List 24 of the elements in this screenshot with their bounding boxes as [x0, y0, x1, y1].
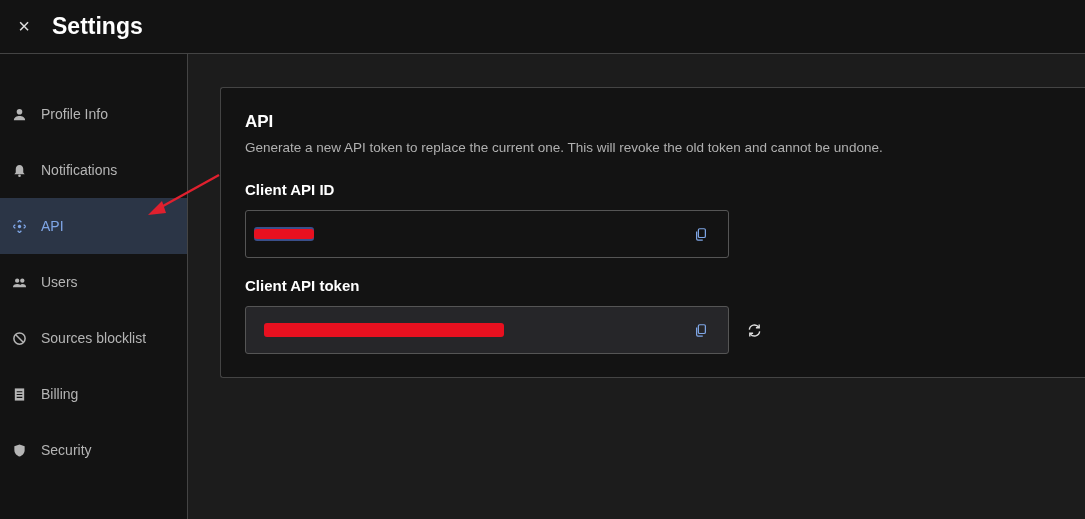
block-icon [12, 330, 27, 346]
field-label: Client API ID [245, 181, 336, 198]
input-field[interactable] [245, 306, 729, 354]
person-icon [12, 106, 27, 122]
sidebar-item[interactable]: Notifications [0, 142, 187, 198]
shield-icon [12, 442, 27, 458]
page-title: Settings [52, 13, 143, 40]
sidebar-item[interactable]: Profile Info [0, 86, 187, 142]
sidebar-item[interactable]: Security [0, 422, 187, 478]
field-label: Client API token [245, 277, 361, 294]
sidebar-item[interactable]: API [0, 198, 187, 254]
close-button[interactable]: × [10, 12, 38, 41]
sidebar-item[interactable]: Users [0, 254, 187, 310]
card-description: Generate a new API token to replace the current one. This will revoke the old token and cannot be undone. [245, 140, 884, 155]
input-field[interactable] [245, 210, 729, 258]
copy-icon[interactable] [694, 227, 708, 241]
sidebar-item[interactable]: Sources blocklist [0, 310, 187, 366]
document-icon [12, 386, 27, 402]
bell-icon [12, 162, 27, 178]
target-icon [12, 218, 27, 234]
copy-icon[interactable] [694, 323, 708, 337]
card-title: API [245, 112, 275, 132]
sidebar-item[interactable]: Billing [0, 366, 187, 422]
refresh-icon[interactable] [747, 322, 762, 338]
